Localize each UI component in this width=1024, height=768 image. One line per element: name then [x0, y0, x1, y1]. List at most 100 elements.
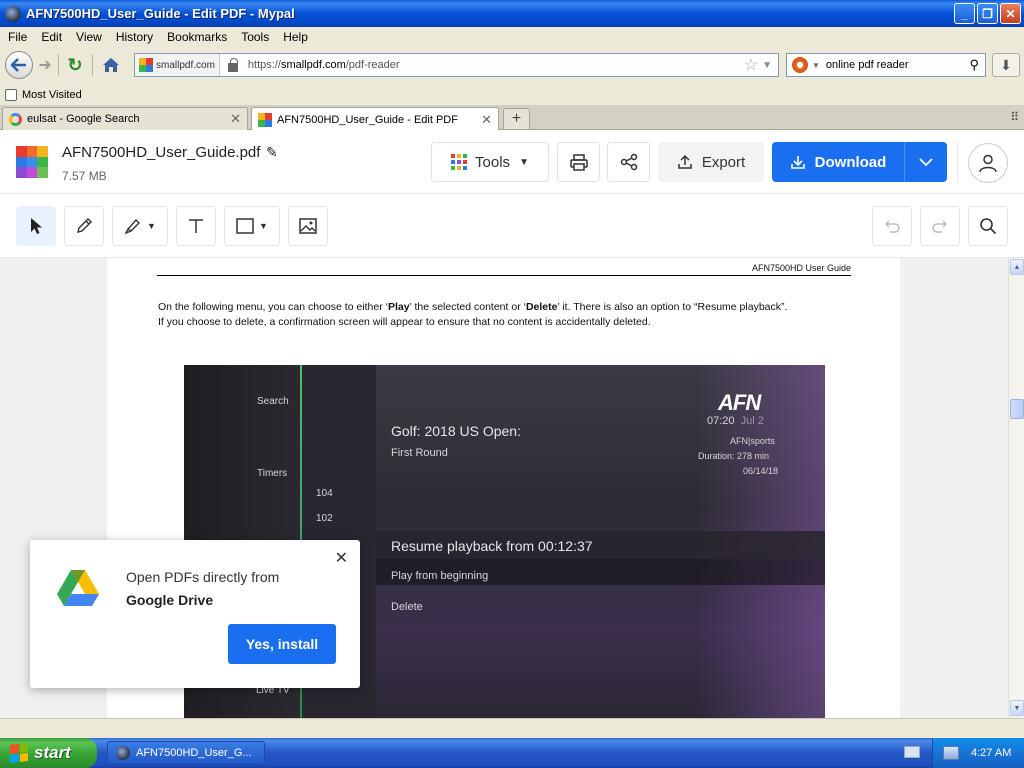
mypal-app-icon	[5, 5, 21, 22]
network-icon[interactable]	[943, 746, 959, 760]
tv-air-date: 06/14/18	[743, 466, 779, 476]
download-button[interactable]: Download	[772, 142, 905, 182]
start-button[interactable]: start	[0, 738, 97, 768]
windows-taskbar: start AFN7500HD_User_G... 4:27 AM	[0, 738, 1024, 768]
tab-label: AFN7500HD_User_Guide - Edit PDF	[277, 113, 458, 126]
menu-view[interactable]: View	[72, 30, 106, 44]
system-tray: 4:27 AM	[932, 738, 1024, 768]
forward-arrow-icon: ➜	[38, 57, 52, 74]
text-t-icon	[189, 219, 203, 233]
home-button[interactable]	[98, 53, 124, 77]
nav-separator	[58, 54, 59, 76]
download-label: Download	[814, 153, 887, 171]
undo-button[interactable]	[872, 206, 912, 246]
window-title: AFN7500HD_User_Guide - Edit PDF - Mypal	[26, 6, 295, 21]
forward-button[interactable]: ➜	[34, 55, 56, 75]
tv-program-title: Golf: 2018 US Open:	[391, 423, 521, 439]
redo-icon	[932, 220, 947, 233]
tv-program-subtitle: First Round	[391, 447, 448, 459]
vertical-scrollbar[interactable]: ▲ ▼	[1008, 258, 1024, 718]
search-icon[interactable]: ⚲	[969, 57, 979, 73]
redo-button[interactable]	[920, 206, 960, 246]
url-bar[interactable]: smallpdf.com https://smallpdf.com/pdf-re…	[134, 53, 779, 77]
user-account-button[interactable]	[968, 143, 1008, 183]
printer-icon	[569, 153, 588, 171]
menu-edit[interactable]: Edit	[37, 30, 66, 44]
menu-tools[interactable]: Tools	[237, 30, 273, 44]
url-history-dropdown-icon[interactable]: ▼	[762, 60, 772, 71]
yes-install-button[interactable]: Yes, install	[228, 624, 336, 664]
document-search-button[interactable]	[968, 206, 1008, 246]
list-all-tabs-icon[interactable]: ⠿	[1010, 110, 1019, 124]
tab-close-icon[interactable]: ✕	[230, 111, 241, 127]
new-tab-button[interactable]: +	[503, 108, 530, 130]
tv-option-resume: Resume playback from 00:12:37	[391, 538, 593, 554]
highlighter-icon	[124, 218, 141, 235]
text-tool-button[interactable]	[176, 206, 216, 246]
tv-channel-102: 102	[316, 513, 333, 524]
scroll-down-arrow[interactable]: ▼	[1010, 700, 1024, 716]
maximize-button[interactable]: ❐	[977, 3, 998, 24]
bookmark-star-icon[interactable]: ☆	[744, 55, 758, 75]
close-window-button[interactable]: ✕	[1000, 3, 1021, 24]
menu-bookmarks[interactable]: Bookmarks	[163, 30, 231, 44]
file-size: 7.57 MB	[62, 169, 107, 183]
search-query: online pdf reader	[825, 59, 909, 71]
tab-label: eulsat - Google Search	[27, 113, 140, 125]
bookmark-most-visited[interactable]: Most Visited	[22, 89, 82, 101]
menu-help[interactable]: Help	[279, 30, 312, 44]
menu-history[interactable]: History	[112, 30, 157, 44]
smallpdf-logo[interactable]	[16, 146, 48, 178]
shape-tool-button[interactable]: ▼	[224, 206, 280, 246]
search-engine-dropdown-icon[interactable]: ▼	[812, 61, 820, 70]
search-engine-icon[interactable]	[792, 57, 808, 73]
cursor-arrow-icon	[31, 218, 42, 234]
highlighter-tool-button[interactable]: ▼	[112, 206, 168, 246]
window-title-bar[interactable]: AFN7500HD_User_Guide - Edit PDF - Mypal …	[0, 0, 1024, 27]
tab-edit-pdf[interactable]: AFN7500HD_User_Guide - Edit PDF ✕	[251, 107, 499, 131]
reload-button[interactable]: ↻	[62, 53, 88, 77]
site-identity-button[interactable]: smallpdf.com	[135, 54, 220, 76]
url-prefix: https://	[247, 59, 281, 71]
minimize-button[interactable]: _	[954, 3, 975, 24]
menu-file[interactable]: File	[4, 30, 31, 44]
scroll-up-arrow[interactable]: ▲	[1010, 259, 1024, 275]
image-tool-button[interactable]	[288, 206, 328, 246]
popup-message: Open PDFs directly from	[126, 569, 280, 585]
browser-status-bar	[0, 718, 1024, 738]
tv-option-delete: Delete	[391, 601, 423, 613]
image-icon	[299, 218, 317, 234]
popup-message-bold: Google Drive	[126, 592, 214, 608]
home-icon	[103, 58, 119, 72]
tools-dropdown-button[interactable]: Tools ▼	[431, 142, 549, 182]
print-button[interactable]	[557, 142, 600, 182]
tab-google-search[interactable]: eulsat - Google Search ✕	[2, 107, 248, 130]
url-text: https://smallpdf.com/pdf-reader	[244, 59, 744, 71]
tools-grid-icon	[451, 154, 468, 170]
tv-menu-timers: Timers	[257, 468, 288, 479]
downloads-button[interactable]: ⬇	[992, 53, 1020, 77]
select-tool-button[interactable]	[16, 206, 56, 246]
nav-separator	[92, 54, 93, 76]
scroll-thumb[interactable]	[1010, 399, 1024, 419]
share-button[interactable]	[607, 142, 650, 182]
taskbar-window-label: AFN7500HD_User_G...	[136, 747, 252, 759]
edit-toolbar: ▼ ▼	[0, 194, 1024, 258]
back-button[interactable]	[5, 51, 33, 79]
export-upload-icon	[678, 154, 692, 169]
download-options-button[interactable]	[905, 157, 947, 167]
plus-icon: +	[511, 110, 522, 127]
pencil-tool-button[interactable]	[64, 206, 104, 246]
google-drive-promo-popup: ✕ Open PDFs directly from Google Drive Y…	[30, 540, 360, 688]
rectangle-shape-icon	[236, 218, 254, 234]
export-button[interactable]: Export	[658, 142, 764, 182]
page-header-rule	[157, 275, 851, 276]
taskbar-window-item[interactable]: AFN7500HD_User_G...	[107, 741, 265, 765]
clock[interactable]: 4:27 AM	[971, 747, 1011, 759]
search-bar[interactable]: ▼ online pdf reader ⚲	[786, 53, 986, 77]
chevron-down-icon	[919, 157, 933, 166]
keyboard-icon[interactable]	[904, 746, 920, 758]
rename-pencil-icon[interactable]: ✎	[266, 144, 278, 161]
tab-close-icon[interactable]: ✕	[481, 112, 492, 128]
close-popup-icon[interactable]: ✕	[335, 548, 348, 568]
